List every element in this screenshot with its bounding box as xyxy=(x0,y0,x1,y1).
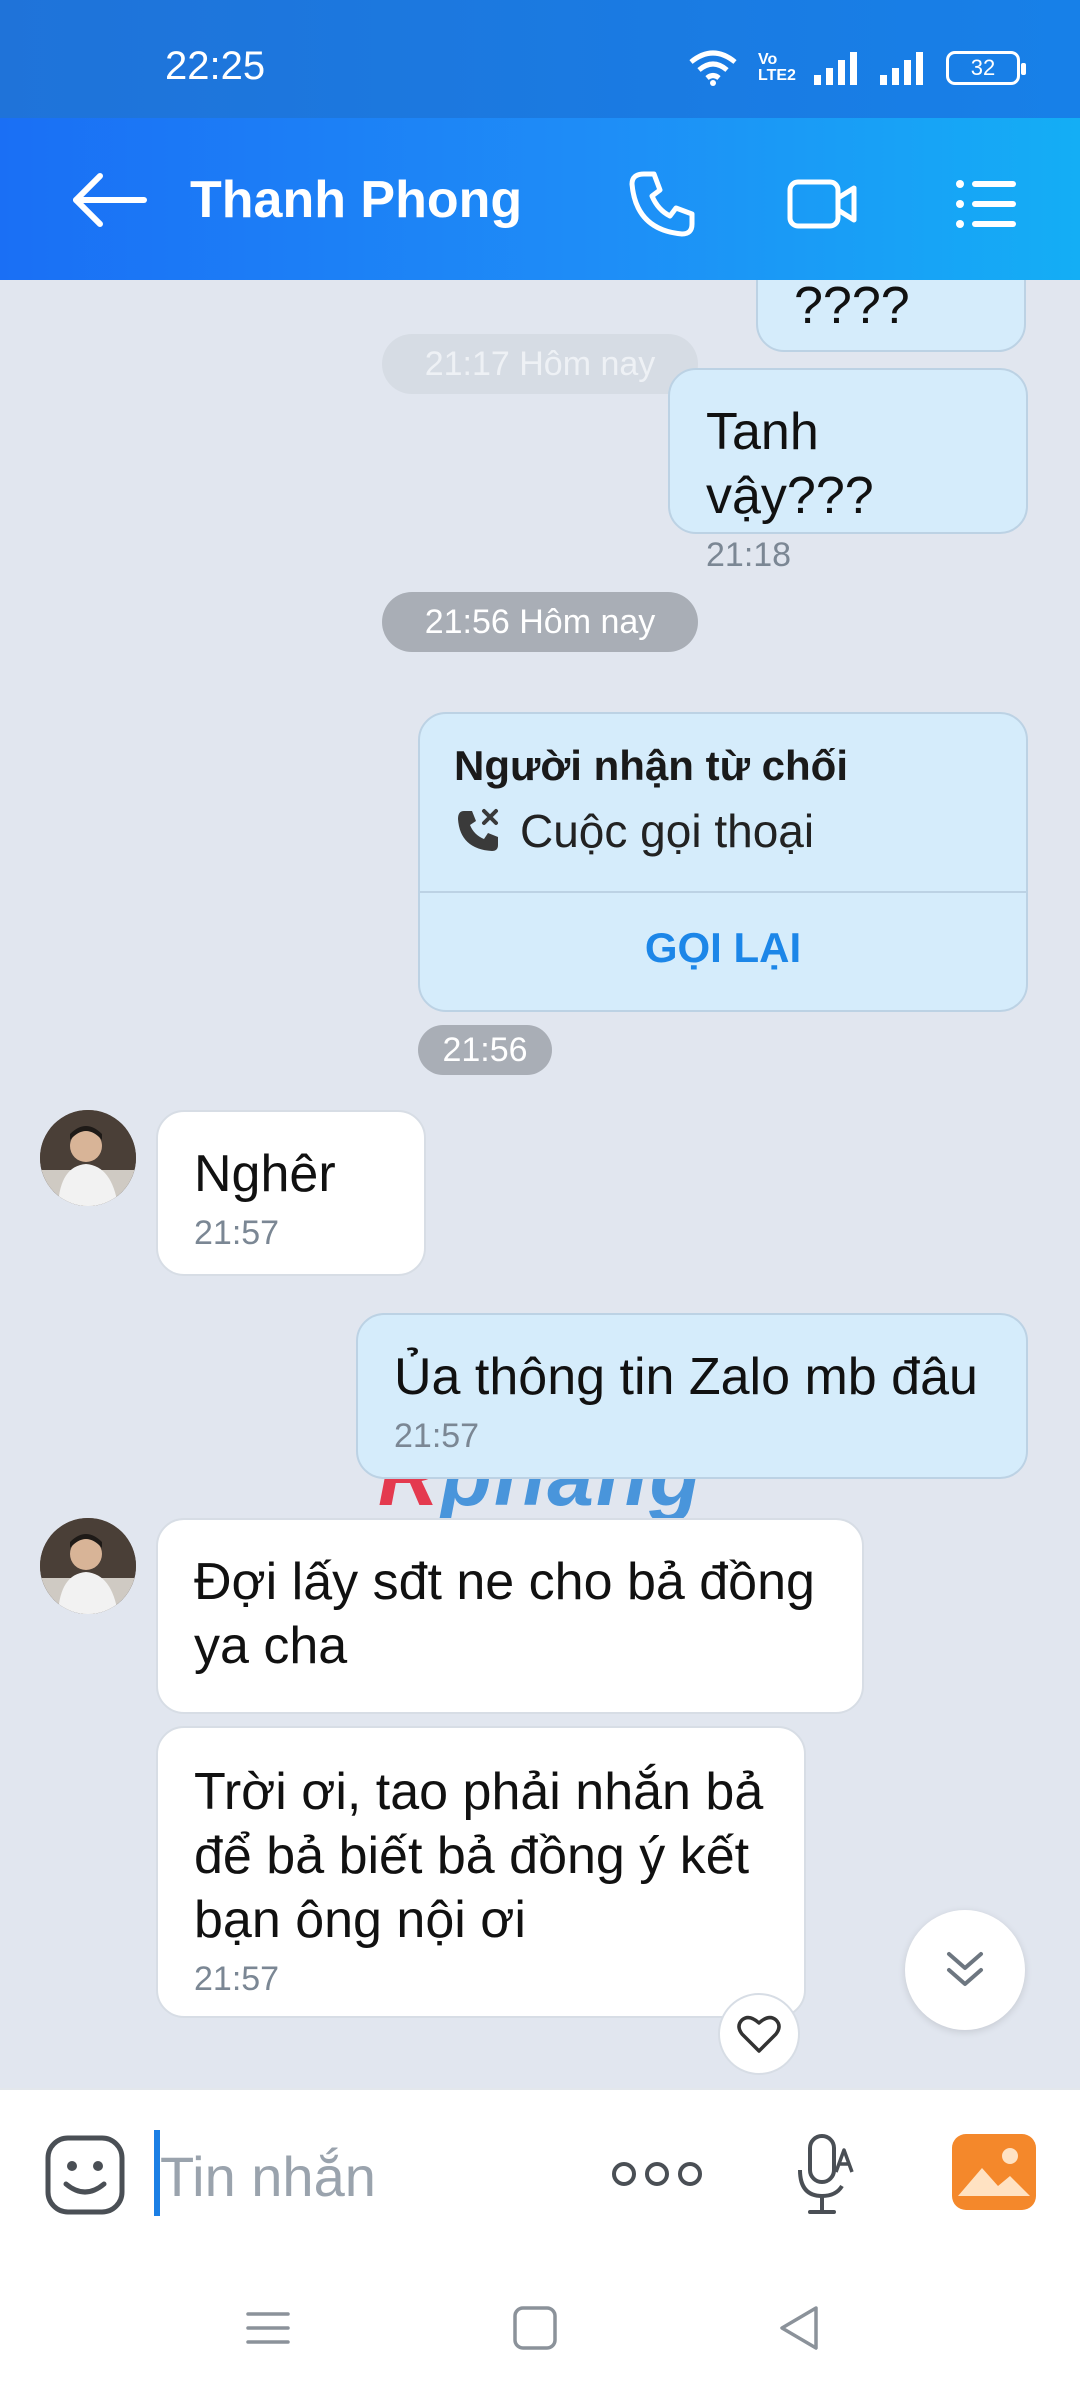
message-input-bar xyxy=(0,2088,1080,2260)
message-text-line: bạn ông nội ơi xyxy=(194,1891,526,1949)
back-triangle-icon[interactable] xyxy=(772,2300,828,2356)
heart-reaction-icon[interactable] xyxy=(718,1993,800,2075)
message-bubble-outgoing[interactable]: Tanh vậy??? 21:18 xyxy=(668,368,1028,574)
avatar[interactable] xyxy=(40,1110,136,1206)
message-time: 21:57 xyxy=(194,1214,280,1252)
scroll-to-bottom-button[interactable] xyxy=(905,1910,1025,2030)
contact-name[interactable]: Thanh Phong xyxy=(190,170,522,230)
double-chevron-down-icon xyxy=(947,1952,983,1986)
message-bubble-outgoing[interactable]: Ủa thông tin Zalo mb đâu 21:57 xyxy=(356,1313,1028,1479)
message-text: ???? xyxy=(794,280,910,335)
message-bubble-incoming[interactable]: Trời ơi, tao phải nhắn bả để bả biết bả … xyxy=(156,1726,806,2018)
call-back-button[interactable]: GỌI LẠI xyxy=(420,924,1026,972)
phone-icon[interactable] xyxy=(626,168,698,240)
voice-to-text-mic-icon[interactable] xyxy=(796,2132,856,2218)
status-icons: Vo LTE2 32 xyxy=(688,50,1026,86)
wifi-icon xyxy=(689,50,737,86)
message-text-line: Trời ơi, tao phải nhắn bả xyxy=(194,1763,764,1821)
divider xyxy=(420,891,1026,893)
call-status-title: Người nhận từ chối xyxy=(454,742,848,789)
image-gallery-icon[interactable] xyxy=(952,2134,1036,2210)
missed-call-card: Người nhận từ chối Cuộc gọi thoại GỌI LẠ… xyxy=(418,712,1028,1012)
message-bubble-partial[interactable]: ???? xyxy=(756,280,1026,352)
phone-declined-icon xyxy=(458,809,498,851)
sticker-emoji-icon[interactable] xyxy=(44,2134,126,2216)
video-camera-icon[interactable] xyxy=(786,168,858,240)
message-time: 21:18 xyxy=(706,536,792,574)
avatar-photo xyxy=(40,1518,136,1614)
message-bubble-incoming[interactable]: Đợi lấy sđt ne cho bả đồng ya cha xyxy=(156,1518,864,1714)
message-time: 21:57 xyxy=(394,1417,480,1455)
battery-level: 32 xyxy=(970,55,996,80)
message-text: Ủa thông tin Zalo mb đâu xyxy=(394,1348,978,1406)
status-bar: 22:25 Vo LTE2 32 xyxy=(0,0,1080,118)
avatar-photo xyxy=(40,1110,136,1206)
arrow-left-icon[interactable] xyxy=(68,166,150,234)
signal-icon-2 xyxy=(880,52,923,85)
heart-icon xyxy=(737,2015,781,2053)
avatar[interactable] xyxy=(40,1518,136,1614)
message-text: Nghêr xyxy=(194,1145,336,1203)
signal-icon-1 xyxy=(814,52,857,85)
message-bubble-incoming[interactable]: Nghêr 21:57 xyxy=(156,1110,426,1276)
message-text: Tanh vậy??? xyxy=(706,403,874,525)
battery-icon: 32 xyxy=(946,51,1026,85)
home-icon[interactable] xyxy=(507,2300,563,2356)
list-menu-icon[interactable] xyxy=(950,168,1022,240)
message-text-line: để bả biết bả đồng ý kết xyxy=(194,1827,750,1885)
message-time: 21:57 xyxy=(194,1960,280,1998)
system-navigation-bar xyxy=(0,2260,1080,2400)
more-options-icon[interactable] xyxy=(610,2152,704,2196)
message-text-line: Đợi lấy sđt ne cho bả đồng xyxy=(194,1553,815,1611)
date-separator-faded: 21:17 Hôm nay xyxy=(382,334,698,394)
chat-header: Thanh Phong xyxy=(0,118,1080,280)
status-time: 22:25 xyxy=(165,44,266,88)
call-type-label: Cuộc gọi thoại xyxy=(520,805,815,857)
call-time: 21:56 xyxy=(418,1025,552,1075)
date-separator: 21:56 Hôm nay xyxy=(382,592,698,652)
message-list[interactable]: ???? 21:17 Hôm nay Tanh vậy??? 21:18 21:… xyxy=(0,280,1080,2088)
call-type-row: Cuộc gọi thoại xyxy=(454,804,814,858)
volte-label: Vo LTE2 xyxy=(758,51,796,84)
message-text-line: ya cha xyxy=(194,1617,348,1675)
recent-apps-icon[interactable] xyxy=(240,2300,296,2356)
message-input[interactable] xyxy=(160,2136,580,2216)
